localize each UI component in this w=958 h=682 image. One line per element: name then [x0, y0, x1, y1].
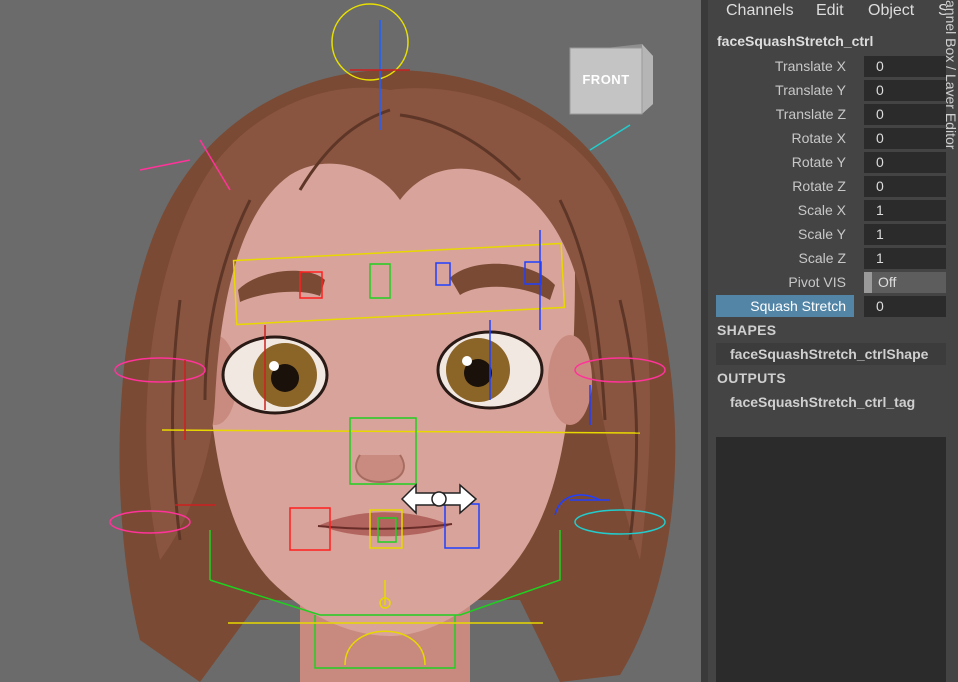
attr-value-field[interactable]: 0: [864, 80, 946, 101]
attr-enum-field[interactable]: Off: [864, 272, 946, 293]
outputs-header: OUTPUTS: [717, 370, 786, 386]
attr-label[interactable]: Scale X: [716, 199, 854, 221]
viewport-3d[interactable]: FRONT: [0, 0, 701, 682]
attr-rotate-x[interactable]: Rotate X 0: [716, 127, 946, 149]
menu-object[interactable]: Object: [868, 0, 914, 22]
panel-splitter[interactable]: [701, 0, 708, 682]
attr-value-field[interactable]: 1: [864, 224, 946, 245]
attr-rotate-y[interactable]: Rotate Y 0: [716, 151, 946, 173]
channel-box-empty-area: [716, 437, 946, 682]
right-eye-highlight: [462, 356, 472, 366]
attr-value-field[interactable]: 1: [864, 200, 946, 221]
attr-scale-y[interactable]: Scale Y 1: [716, 223, 946, 245]
attr-pivot-vis[interactable]: Pivot VIS Off: [716, 271, 946, 293]
attr-translate-z[interactable]: Translate Z 0: [716, 103, 946, 125]
attr-value-field[interactable]: 0: [864, 128, 946, 149]
attr-label[interactable]: Rotate Z: [716, 175, 854, 197]
attr-value-field[interactable]: 0: [864, 104, 946, 125]
vertical-tab-label: annel Box / Layer Editor: [946, 0, 958, 150]
attr-label-selected[interactable]: Squash Stretch: [716, 295, 854, 317]
output-node[interactable]: faceSquashStretch_ctrl_tag: [716, 391, 946, 413]
scene-canvas[interactable]: FRONT: [0, 0, 701, 682]
attr-scale-z[interactable]: Scale Z 1: [716, 247, 946, 269]
head-top-ctrl[interactable]: [331, 3, 409, 81]
attr-label[interactable]: Pivot VIS: [716, 271, 854, 293]
attr-squash-stretch[interactable]: Squash Stretch 0: [716, 295, 946, 317]
channel-box: Channels Edit Object S faceSquashStretch…: [708, 0, 949, 682]
menu-channels[interactable]: Channels: [726, 0, 794, 22]
attr-translate-x[interactable]: Translate X 0: [716, 55, 946, 77]
attr-value-field[interactable]: 0: [864, 176, 946, 197]
attr-label[interactable]: Translate X: [716, 55, 854, 77]
attr-scale-x[interactable]: Scale X 1: [716, 199, 946, 221]
view-cube-icon[interactable]: FRONT: [569, 44, 653, 115]
attr-translate-y[interactable]: Translate Y 0: [716, 79, 946, 101]
attr-label[interactable]: Translate Z: [716, 103, 854, 125]
attr-value-field[interactable]: 1: [864, 248, 946, 269]
attr-label[interactable]: Rotate X: [716, 127, 854, 149]
attr-label[interactable]: Scale Z: [716, 247, 854, 269]
shapes-header: SHAPES: [717, 322, 777, 338]
channel-box-layer-editor-tab[interactable]: annel Box / Layer Editor: [946, 0, 958, 682]
view-cube-label: FRONT: [582, 72, 629, 87]
enum-swatch: [864, 272, 872, 293]
attr-label[interactable]: Scale Y: [716, 223, 854, 245]
attr-value-field[interactable]: 0: [864, 296, 946, 317]
shape-node[interactable]: faceSquashStretch_ctrlShape: [716, 343, 946, 365]
attr-rotate-z[interactable]: Rotate Z 0: [716, 175, 946, 197]
attr-value-field[interactable]: 0: [864, 152, 946, 173]
attr-label[interactable]: Rotate Y: [716, 151, 854, 173]
selected-node-name[interactable]: faceSquashStretch_ctrl: [717, 33, 873, 49]
left-eye-highlight: [269, 361, 279, 371]
nose: [355, 454, 405, 484]
channel-box-menubar: Channels Edit Object S: [708, 0, 949, 26]
right-ear: [548, 335, 592, 425]
menu-edit[interactable]: Edit: [816, 0, 844, 22]
attr-label[interactable]: Translate Y: [716, 79, 854, 101]
attr-value-field[interactable]: 0: [864, 56, 946, 77]
